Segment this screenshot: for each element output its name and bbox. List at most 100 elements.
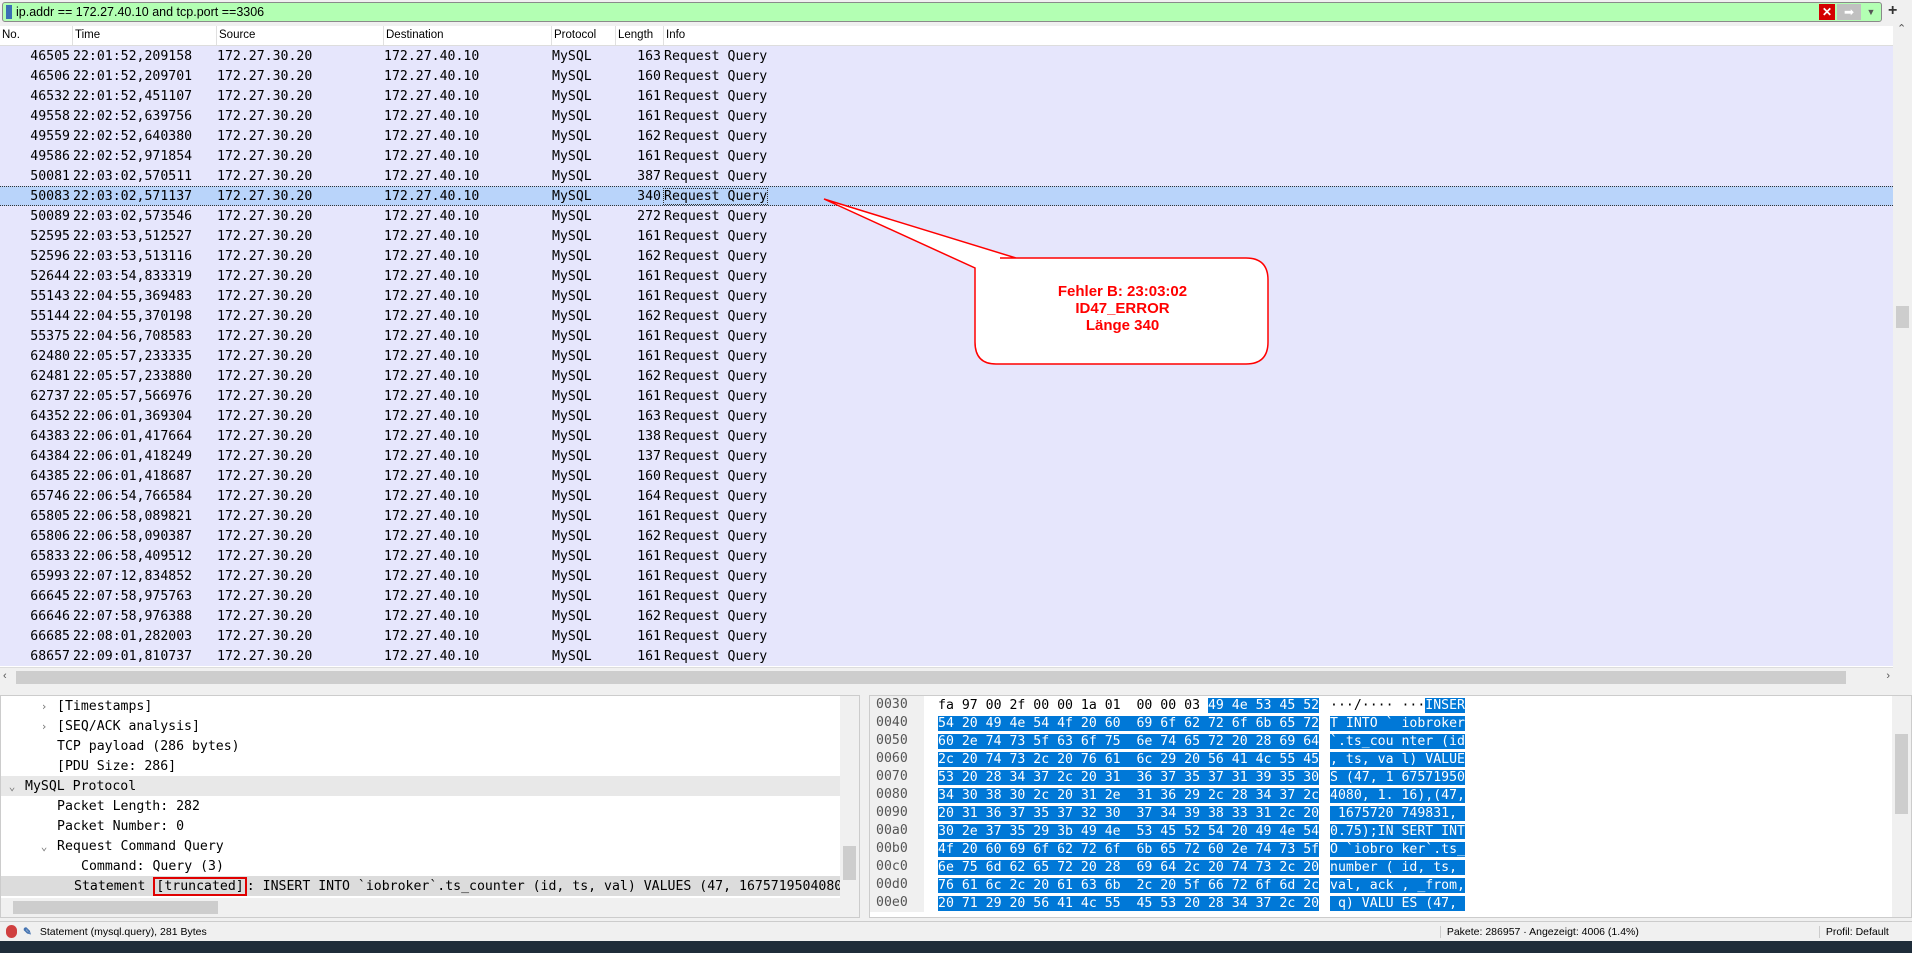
packet-row[interactable]: 65833 22:06:58,409512 172.27.30.20 172.27.4…	[0, 546, 1893, 566]
packet-list-horizontal-scrollbar[interactable]: ‹ ›	[0, 667, 1893, 686]
detail-item[interactable]: ⌄ Request Command Query	[1, 836, 841, 856]
packet-row[interactable]: 46505 22:01:52,209158 172.27.30.20 172.27.4…	[0, 46, 1893, 66]
ascii-bytes[interactable]: S (47, 1 67571950	[1330, 769, 1465, 785]
filter-history-dropdown-icon[interactable]: ▼	[1863, 4, 1879, 20]
scrollbar-thumb[interactable]	[843, 846, 856, 880]
detail-item[interactable]: › [Timestamps]	[1, 696, 841, 716]
column-header-length[interactable]: Length	[616, 26, 664, 45]
packet-row[interactable]: 52644 22:03:54,833319 172.27.30.20 172.27.4…	[0, 266, 1893, 286]
hex-row[interactable]: 00c0 6e 75 6d 62 65 72 20 28 69 64 2c 20 …	[870, 858, 1911, 876]
hex-row[interactable]: 00e0 20 71 29 20 56 41 4c 55 45 53 20 28 …	[870, 894, 1911, 912]
hex-bytes[interactable]: 20 31 36 37 35 37 32 30 37 34 39 38 33 3…	[938, 805, 1320, 821]
hex-row[interactable]: 0040 54 20 49 4e 54 4f 20 60 69 6f 62 72 …	[870, 714, 1911, 732]
scroll-left-icon[interactable]: ‹	[3, 670, 7, 682]
packet-row[interactable]: 50089 22:03:02,573546 172.27.30.20 172.27.4…	[0, 206, 1893, 226]
packet-row[interactable]: 46532 22:01:52,451107 172.27.30.20 172.27.4…	[0, 86, 1893, 106]
packet-row[interactable]: 49558 22:02:52,639756 172.27.30.20 172.27.4…	[0, 106, 1893, 126]
detail-item[interactable]: [PDU Size: 286]	[1, 756, 841, 776]
packet-row[interactable]: 65806 22:06:58,090387 172.27.30.20 172.27.4…	[0, 526, 1893, 546]
hex-bytes[interactable]: 30 2e 37 35 29 3b 49 4e 53 45 52 54 20 4…	[938, 823, 1320, 839]
hex-row[interactable]: 0070 53 20 28 34 37 2c 20 31 36 37 35 37 …	[870, 768, 1911, 786]
edit-comment-icon[interactable]: ✎	[23, 926, 32, 938]
packet-row[interactable]: 62480 22:05:57,233335 172.27.30.20 172.27.4…	[0, 346, 1893, 366]
ascii-bytes[interactable]: 0.75);IN SERT INT	[1330, 823, 1465, 839]
packet-row[interactable]: 68657 22:09:01,810737 172.27.30.20 172.27.4…	[0, 646, 1893, 666]
column-header-protocol[interactable]: Protocol	[552, 26, 616, 45]
hex-bytes[interactable]: 60 2e 74 73 5f 63 6f 75 6e 74 65 72 20 2…	[938, 733, 1320, 749]
hex-bytes[interactable]: 76 61 6c 2c 20 61 63 6b 2c 20 5f 66 72 6…	[938, 877, 1320, 893]
packet-row[interactable]: 66646 22:07:58,976388 172.27.30.20 172.27.4…	[0, 606, 1893, 626]
collapse-chevron-icon[interactable]: ⌄	[5, 780, 19, 793]
hex-bytes[interactable]: 54 20 49 4e 54 4f 20 60 69 6f 62 72 6f 6…	[938, 715, 1320, 731]
ascii-bytes[interactable]: O `iobro ker`.ts_	[1330, 841, 1465, 857]
ascii-bytes[interactable]: 1675720 749831,	[1330, 805, 1465, 821]
packet-row[interactable]: 55143 22:04:55,369483 172.27.30.20 172.27.4…	[0, 286, 1893, 306]
hex-row[interactable]: 0080 34 30 38 30 2c 20 31 2e 31 36 29 2c …	[870, 786, 1911, 804]
clear-filter-icon[interactable]: ✕	[1819, 4, 1835, 20]
packet-row[interactable]: 62481 22:05:57,233880 172.27.30.20 172.27.4…	[0, 366, 1893, 386]
detail-item[interactable]: TCP payload (286 bytes)	[1, 736, 841, 756]
hex-row[interactable]: 0050 60 2e 74 73 5f 63 6f 75 6e 74 65 72 …	[870, 732, 1911, 750]
packet-row[interactable]: 49559 22:02:52,640380 172.27.30.20 172.27.4…	[0, 126, 1893, 146]
column-header-info[interactable]: Info	[664, 26, 1893, 45]
display-filter-input[interactable]	[16, 5, 1819, 19]
packet-row[interactable]: 55144 22:04:55,370198 172.27.30.20 172.27.4…	[0, 306, 1893, 326]
packet-row[interactable]: 49586 22:02:52,971854 172.27.30.20 172.27.4…	[0, 146, 1893, 166]
packet-row[interactable]: 64385 22:06:01,418687 172.27.30.20 172.27.4…	[0, 466, 1893, 486]
hex-row[interactable]: 0060 2c 20 74 73 2c 20 76 61 6c 29 20 56 …	[870, 750, 1911, 768]
detail-item[interactable]: Command: Query (3)	[1, 856, 841, 876]
packet-row[interactable]: 62737 22:05:57,566976 172.27.30.20 172.27.4…	[0, 386, 1893, 406]
ascii-bytes[interactable]: `.ts_cou nter (id	[1330, 733, 1465, 749]
hex-row[interactable]: 00b0 4f 20 60 69 6f 62 72 6f 6b 65 72 60 …	[870, 840, 1911, 858]
detail-item[interactable]: Packet Number: 0	[1, 816, 841, 836]
hex-row[interactable]: 00a0 30 2e 37 35 29 3b 49 4e 53 45 52 54 …	[870, 822, 1911, 840]
ascii-bytes[interactable]: , ts, va l) VALUE	[1330, 751, 1465, 767]
column-header-destination[interactable]: Destination	[384, 26, 552, 45]
hex-bytes[interactable]: 6e 75 6d 62 65 72 20 28 69 64 2c 20 74 7…	[938, 859, 1320, 875]
add-filter-button-icon[interactable]: +	[1888, 2, 1897, 20]
expand-chevron-icon[interactable]: ›	[37, 700, 51, 713]
ascii-bytes[interactable]: 4080, 1. 16),(47,	[1330, 787, 1465, 803]
scrollbar-thumb[interactable]	[1896, 306, 1909, 328]
packet-row[interactable]: 66645 22:07:58,975763 172.27.30.20 172.27.4…	[0, 586, 1893, 606]
packet-row[interactable]: 65805 22:06:58,089821 172.27.30.20 172.27.4…	[0, 506, 1893, 526]
packet-row[interactable]: 65746 22:06:54,766584 172.27.30.20 172.27.4…	[0, 486, 1893, 506]
status-profile[interactable]: Profil: Default	[1818, 925, 1889, 938]
packet-row[interactable]: 64383 22:06:01,417664 172.27.30.20 172.27.4…	[0, 426, 1893, 446]
hex-bytes[interactable]: 53 20 28 34 37 2c 20 31 36 37 35 37 31 3…	[938, 769, 1320, 785]
hex-bytes[interactable]: 2c 20 74 73 2c 20 76 61 6c 29 20 56 41 4…	[938, 751, 1320, 767]
hex-bytes[interactable]: 34 30 38 30 2c 20 31 2e 31 36 29 2c 28 3…	[938, 787, 1320, 803]
scroll-right-icon[interactable]: ›	[1886, 670, 1890, 682]
packet-row[interactable]: 64352 22:06:01,369304 172.27.30.20 172.27.4…	[0, 406, 1893, 426]
packet-row[interactable]: 65993 22:07:12,834852 172.27.30.20 172.27.4…	[0, 566, 1893, 586]
detail-item-statement[interactable]: Statement [truncated]: INSERT INTO `iobr…	[1, 876, 850, 896]
hex-row[interactable]: 0090 20 31 36 37 35 37 32 30 37 34 39 38 …	[870, 804, 1911, 822]
bookmark-icon[interactable]	[6, 5, 12, 19]
packet-row[interactable]: 52596 22:03:53,513116 172.27.30.20 172.27.4…	[0, 246, 1893, 266]
ascii-bytes[interactable]: ···/···· ···INSER	[1330, 697, 1465, 713]
hex-bytes[interactable]: 4f 20 60 69 6f 62 72 6f 6b 65 72 60 2e 7…	[938, 841, 1320, 857]
ascii-bytes[interactable]: T INTO ` iobroker	[1330, 715, 1465, 731]
scroll-up-icon[interactable]: ⌃	[1897, 22, 1906, 35]
bytes-vertical-scrollbar[interactable]	[1892, 696, 1911, 917]
hex-bytes[interactable]: fa 97 00 2f 00 00 1a 01 00 00 03 49 4e 5…	[938, 697, 1320, 713]
scrollbar-thumb[interactable]	[13, 901, 218, 914]
packet-row-selected[interactable]: 50083 22:03:02,571137 172.27.30.20 172.27.4…	[0, 186, 1893, 206]
apply-filter-icon[interactable]: ➡	[1837, 4, 1861, 20]
hex-row[interactable]: 00d0 76 61 6c 2c 20 61 63 6b 2c 20 5f 66 …	[870, 876, 1911, 894]
expert-info-icon[interactable]	[6, 925, 17, 938]
ascii-bytes[interactable]: number ( id, ts,	[1330, 859, 1465, 875]
hex-bytes[interactable]: 20 71 29 20 56 41 4c 55 45 53 20 28 34 3…	[938, 895, 1320, 911]
packet-list-vertical-scrollbar[interactable]: ⌃	[1893, 23, 1912, 667]
ascii-bytes[interactable]: val, ack , _from,	[1330, 877, 1465, 893]
packet-row[interactable]: 46506 22:01:52,209701 172.27.30.20 172.27.4…	[0, 66, 1893, 86]
scrollbar-thumb[interactable]	[1895, 734, 1908, 814]
packet-row[interactable]: 64384 22:06:01,418249 172.27.30.20 172.27.4…	[0, 446, 1893, 466]
detail-item[interactable]: Packet Length: 282	[1, 796, 841, 816]
ascii-bytes[interactable]: q) VALU ES (47,	[1330, 895, 1465, 911]
expand-chevron-icon[interactable]: ›	[37, 720, 51, 733]
detail-item[interactable]: › [SEQ/ACK analysis]	[1, 716, 841, 736]
column-header-source[interactable]: Source	[217, 26, 384, 45]
packet-row[interactable]: 50081 22:03:02,570511 172.27.30.20 172.27.4…	[0, 166, 1893, 186]
column-header-no[interactable]: No.	[0, 26, 73, 45]
